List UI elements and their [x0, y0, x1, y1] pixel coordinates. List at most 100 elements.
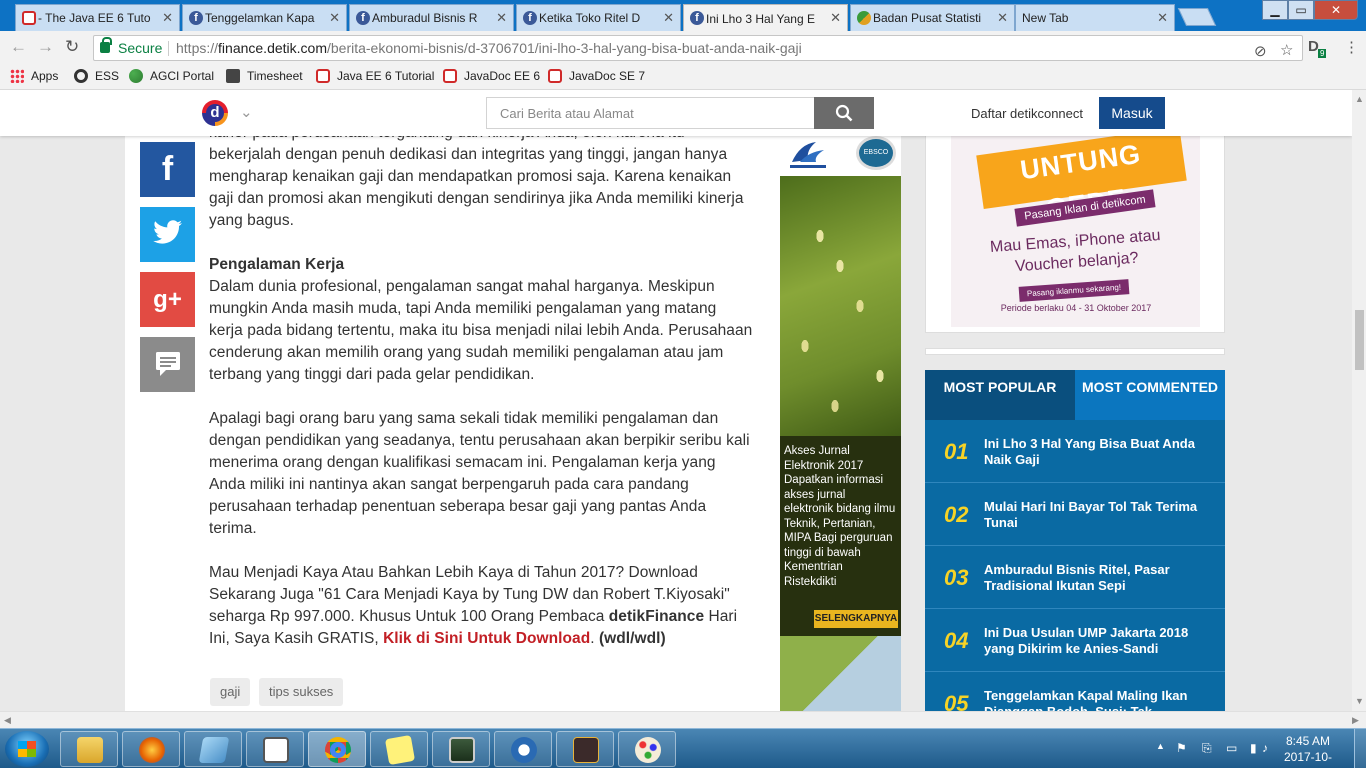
article-column: f g+ karier pada perusahaan tergantung d… — [125, 124, 780, 711]
taskbar-task[interactable] — [246, 731, 304, 767]
agci-icon — [129, 69, 143, 83]
popular-item[interactable]: 03 Amburadul Bisnis Ritel, Pasar Tradisio… — [925, 546, 1225, 609]
reload-icon[interactable]: ↻ — [65, 37, 79, 57]
share-twitter-button[interactable] — [140, 207, 195, 262]
share-googleplus-button[interactable]: g+ — [140, 272, 195, 327]
tab-bps[interactable]: Badan Pusat Statisti ✕ — [850, 4, 1015, 31]
popular-item[interactable]: 02 Mulai Hari Ini Bayar Tol Tak Terima Tu… — [925, 483, 1225, 546]
taskbar-firefox[interactable] — [122, 731, 180, 767]
scroll-right-icon[interactable]: ▶ — [1352, 715, 1359, 726]
taskbar-javaee-ide[interactable] — [556, 731, 614, 767]
search-input[interactable]: Cari Berita atau Alamat — [486, 97, 815, 129]
tab-most-popular[interactable]: MOST POPULAR — [925, 370, 1075, 420]
tab-java-ee-tutorial[interactable]: - The Java EE 6 Tuto ✕ — [15, 4, 180, 31]
bookmark-agci-portal[interactable]: AGCI Portal — [129, 69, 214, 83]
popular-item[interactable]: 05 Tenggelamkan Kapal Maling Ikan Diangga… — [925, 672, 1225, 712]
taskbar-notepad[interactable] — [184, 731, 242, 767]
taskbar-network[interactable] — [432, 731, 490, 767]
display-icon[interactable]: ▭ — [1226, 741, 1237, 755]
usb-icon[interactable]: ⎘ — [1202, 741, 1212, 756]
popular-title: Mulai Hari Ini Bayar Tol Tak Terima Tuna… — [984, 498, 1198, 530]
volume-icon[interactable]: ♪ — [1262, 741, 1268, 755]
taskbar-thunderbird[interactable] — [494, 731, 552, 767]
action-center-icon[interactable]: ⚑ — [1176, 741, 1187, 755]
oracle-icon — [22, 11, 36, 25]
close-tab-icon[interactable]: ✕ — [329, 10, 340, 26]
oracle-icon — [316, 69, 330, 83]
comment-button[interactable] — [140, 337, 195, 392]
ad-more-button[interactable]: SELENGKAPNYA — [814, 610, 898, 628]
download-link[interactable]: Klik di Sini Untuk Download — [383, 630, 590, 647]
banner-cta: Pasang iklanmu sekarang! — [1018, 279, 1130, 302]
taskbar-paint[interactable] — [618, 731, 676, 767]
task-icon — [263, 737, 289, 763]
start-button[interactable] — [5, 731, 49, 767]
bookmark-timesheet[interactable]: Timesheet — [226, 69, 303, 83]
maximize-button[interactable]: ▭ — [1288, 0, 1314, 20]
new-tab-button[interactable] — [1177, 8, 1217, 26]
close-tab-icon[interactable]: ✕ — [830, 10, 841, 26]
login-button[interactable]: Masuk — [1099, 97, 1165, 129]
tab-ketika-toko[interactable]: f Ketika Toko Ritel D ✕ — [516, 4, 681, 31]
taskbar-chrome[interactable] — [308, 731, 366, 767]
scrollbar-thumb[interactable] — [1355, 310, 1364, 370]
untung-gede-banner[interactable]: UNTUNG GEDE Pasang Iklan di detikcom Mau… — [951, 133, 1200, 327]
menu-kebab-icon[interactable]: ⋮ — [1344, 38, 1359, 56]
show-hidden-icons[interactable]: ▲ — [1156, 741, 1165, 751]
network-tray-icon[interactable]: ▮ — [1250, 741, 1257, 755]
ristekdikti-ad[interactable]: EBSCO Akses Jurnal Elektronik 2017 Dapat… — [780, 136, 901, 711]
back-arrow-icon[interactable]: ← — [10, 37, 27, 57]
extension-badge: 9 — [1318, 49, 1327, 58]
vertical-scrollbar[interactable]: ▲ ▼ — [1352, 90, 1366, 711]
chevron-down-icon[interactable]: ⌄ — [240, 103, 253, 121]
taskbar-sticky-notes[interactable] — [370, 731, 428, 767]
tab-most-commented[interactable]: MOST COMMENTED — [1075, 370, 1225, 420]
tab-label: - The Java EE 6 Tuto — [38, 11, 151, 25]
tab-new-tab[interactable]: New Tab ✕ — [1015, 4, 1175, 31]
system-clock[interactable]: 8:45 AM 2017-10-31 — [1278, 733, 1338, 768]
detik-logo[interactable]: d — [202, 100, 228, 126]
close-tab-icon[interactable]: ✕ — [162, 10, 173, 26]
close-tab-icon[interactable]: ✕ — [1157, 10, 1168, 26]
forward-arrow-icon[interactable]: → — [37, 37, 54, 57]
register-link[interactable]: Daftar detikconnect — [971, 106, 1083, 121]
bookmark-star-icon[interactable]: ☆ — [1280, 39, 1293, 63]
tab-tenggelamkan[interactable]: f Tenggelamkan Kapa ✕ — [182, 4, 347, 31]
horizontal-scrollbar[interactable]: ◀ ▶ — [0, 711, 1366, 728]
search-icon — [835, 104, 853, 122]
tab-label: New Tab — [1022, 11, 1069, 25]
close-window-button[interactable]: ✕ — [1314, 0, 1358, 20]
popular-item[interactable]: 01 Ini Lho 3 Hal Yang Bisa Buat Anda Naik… — [925, 420, 1225, 483]
address-bar[interactable]: Secure https://finance.detik.com/berita-… — [93, 35, 1303, 61]
show-desktop-button[interactable] — [1354, 729, 1366, 768]
scroll-down-icon[interactable]: ▼ — [1355, 696, 1364, 706]
taskbar-explorer[interactable] — [60, 731, 118, 767]
popular-item[interactable]: 04 Ini Dua Usulan UMP Jakarta 2018 yang D… — [925, 609, 1225, 672]
secure-label: Secure — [118, 40, 163, 56]
tag-tips-sukses[interactable]: tips sukses — [259, 678, 344, 706]
bookmarks-bar: Apps ESS AGCI Portal Timesheet Java EE 6… — [0, 64, 1366, 90]
scroll-left-icon[interactable]: ◀ — [4, 715, 11, 726]
firefox-icon — [139, 737, 165, 763]
oracle-icon — [548, 69, 562, 83]
tab-ini-lho-active[interactable]: f Ini Lho 3 Hal Yang E ✕ — [683, 4, 848, 32]
close-tab-icon[interactable]: ✕ — [496, 10, 507, 26]
banner-headline: UNTUNG GEDE — [976, 133, 1187, 224]
url-text[interactable]: https://finance.detik.com/berita-ekonomi… — [176, 36, 802, 60]
cookie-blocked-icon[interactable]: ⊘ — [1254, 40, 1267, 64]
close-tab-icon[interactable]: ✕ — [997, 10, 1008, 26]
scroll-up-icon[interactable]: ▲ — [1355, 94, 1364, 104]
bookmark-apps[interactable]: Apps — [10, 69, 58, 83]
tab-amburadul[interactable]: f Amburadul Bisnis R ✕ — [349, 4, 514, 31]
bookmark-java-ee-6-tutorial[interactable]: Java EE 6 Tutorial — [316, 69, 434, 83]
bookmark-ess[interactable]: ESS — [74, 69, 119, 83]
minimize-button[interactable]: ▁ — [1262, 0, 1288, 20]
search-button[interactable] — [814, 97, 874, 129]
bookmark-javadoc-ee-6[interactable]: JavaDoc EE 6 — [443, 69, 540, 83]
tab-label: Ini Lho 3 Hal Yang E — [706, 11, 815, 26]
article-subheading: Pengalaman Kerja — [209, 256, 345, 273]
share-facebook-button[interactable]: f — [140, 142, 195, 197]
close-tab-icon[interactable]: ✕ — [663, 10, 674, 26]
bookmark-javadoc-se-7[interactable]: JavaDoc SE 7 — [548, 69, 645, 83]
tag-gaji[interactable]: gaji — [210, 678, 251, 706]
